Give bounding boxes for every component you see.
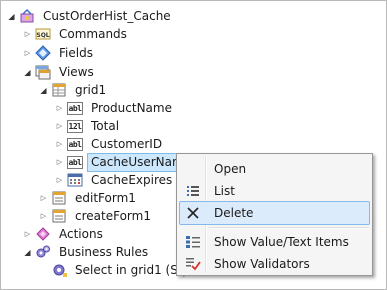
text-field-icon-glyph: abl	[67, 137, 83, 151]
tree-node-label: Commands	[59, 26, 127, 41]
controller-icon	[19, 8, 35, 24]
tree-node-label: CustOrderHist_Cache	[43, 8, 171, 23]
expand-arrow-icon[interactable]: ▷	[23, 225, 32, 243]
menu-item-label: Show Value/Text Items	[214, 235, 349, 249]
menu-item-label: Delete	[214, 206, 254, 220]
form-icon	[51, 208, 67, 224]
tree-node-label: createForm1	[75, 208, 151, 223]
tree-node-label: editForm1	[75, 190, 136, 205]
context-menu: Open List Delete Show Value/Text Items S…	[176, 153, 373, 276]
collapse-arrow-icon[interactable]: ◢	[23, 63, 32, 81]
tree-node-business-rules[interactable]: ◢ Business Rules	[23, 243, 152, 261]
expand-arrow-icon[interactable]: ▷	[55, 99, 64, 117]
expand-arrow-icon[interactable]: ▷	[55, 171, 64, 189]
tree-node-label: CacheExpires	[91, 172, 173, 187]
svg-text:SQL: SQL	[36, 32, 49, 39]
tree-node-actions[interactable]: ▷ Actions	[23, 225, 107, 243]
tree-node-label: ProductName	[91, 100, 172, 115]
tree-node-fields[interactable]: ▷ Fields	[23, 44, 97, 62]
expand-arrow-icon[interactable]: ▷	[23, 44, 32, 62]
calendar-icon	[67, 172, 83, 188]
text-field-icon-glyph: abl	[67, 101, 83, 115]
collapse-arrow-icon[interactable]: ◢	[7, 7, 16, 25]
expand-arrow-icon[interactable]: ▷	[39, 207, 48, 225]
collapse-arrow-icon[interactable]: ◢	[23, 243, 32, 261]
tree-node-label: grid1	[75, 82, 107, 97]
number-field-icon-glyph: 12l	[67, 119, 83, 133]
views-icon	[35, 64, 51, 80]
menu-item-delete[interactable]: Delete	[179, 201, 370, 225]
text-field-icon-glyph: abl	[67, 155, 83, 169]
menu-item-open[interactable]: Open	[179, 157, 370, 181]
menu-separator	[209, 227, 369, 229]
tree-node-datafield[interactable]: ▷ abl CustomerID	[55, 135, 166, 153]
number-field-icon: 12l	[67, 118, 83, 134]
expand-arrow-icon[interactable]: ▷	[23, 25, 32, 43]
tree-node-editform1[interactable]: ▷ editForm1	[39, 189, 140, 207]
gear-icon	[51, 262, 67, 278]
sql-icon: SQL	[35, 26, 51, 42]
text-field-icon: abl	[67, 154, 83, 170]
menu-item-show-validators[interactable]: Show Validators	[179, 252, 370, 276]
form-icon	[51, 190, 67, 206]
tree-node-datafield[interactable]: ▷ CacheExpires	[55, 171, 176, 189]
tree-node-label: Business Rules	[59, 244, 149, 259]
value-text-icon	[180, 231, 206, 253]
collapse-arrow-icon[interactable]: ◢	[39, 81, 48, 99]
expand-arrow-icon[interactable]: ▷	[55, 135, 64, 153]
open-icon	[180, 158, 206, 180]
fields-icon	[35, 45, 51, 61]
project-explorer-panel: ◢ CustOrderHist_Cache ▷ SQL Commands ▷ F…	[0, 0, 387, 290]
tree-node-datafield[interactable]: ▷ 12l Total	[55, 117, 123, 135]
tree-node-label: Actions	[59, 226, 103, 241]
grid-icon	[51, 82, 67, 98]
expand-arrow-icon[interactable]: ▷	[55, 117, 64, 135]
text-field-icon: abl	[67, 100, 83, 116]
delete-icon	[180, 202, 206, 224]
tree-node-label: CustomerID	[91, 136, 163, 151]
menu-item-show-value-text[interactable]: Show Value/Text Items	[179, 230, 370, 254]
expand-arrow-icon[interactable]: ▷	[39, 189, 48, 207]
tree-node-datafield[interactable]: ▷ abl ProductName	[55, 99, 176, 117]
list-icon	[180, 180, 206, 202]
tree-node-grid1[interactable]: ◢ grid1	[39, 81, 110, 99]
gears-icon	[35, 244, 51, 260]
menu-item-list[interactable]: List	[179, 179, 370, 203]
validators-icon	[180, 253, 206, 275]
tree-node-commands[interactable]: ▷ SQL Commands	[23, 25, 131, 43]
text-field-icon: abl	[67, 136, 83, 152]
actions-icon	[35, 226, 51, 242]
tree-node-views[interactable]: ◢ Views	[23, 63, 98, 81]
tree-node-label: Total	[91, 118, 120, 133]
menu-item-label: Open	[214, 162, 247, 176]
tree-node-label: Views	[59, 64, 94, 79]
tree-node-root[interactable]: ◢ CustOrderHist_Cache	[7, 7, 175, 25]
menu-item-label: Show Validators	[214, 257, 310, 271]
menu-item-label: List	[214, 184, 235, 198]
tree-node-createform1[interactable]: ▷ createForm1	[39, 207, 155, 225]
expand-arrow-icon[interactable]: ▷	[55, 153, 64, 171]
tree-node-label: Fields	[59, 45, 93, 60]
tree-node-datafield-selected[interactable]: ▷ abl CacheUserName	[55, 152, 196, 172]
